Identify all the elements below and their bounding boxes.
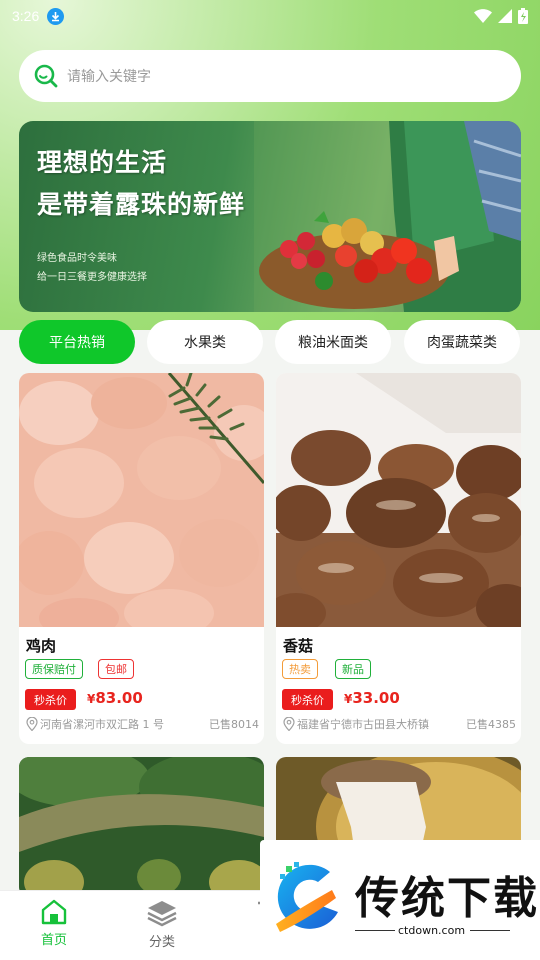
product-name: 鸡肉 bbox=[26, 637, 57, 655]
tag-warranty: 质保赔付 bbox=[25, 659, 83, 679]
category-tabs: 平台热销 水果类 粮油米面类 肉蛋蔬菜类 bbox=[19, 320, 521, 364]
nav-category-label: 分类 bbox=[148, 935, 175, 950]
ctdown-logo-icon bbox=[276, 862, 338, 932]
search-bar[interactable]: 请输入关键字 bbox=[19, 50, 521, 102]
watermark-text: 传统下载 bbox=[355, 873, 539, 924]
flash-sale-badge: 秒杀价 bbox=[25, 689, 76, 710]
tab-grain-oil[interactable]: 粮油米面类 bbox=[275, 320, 391, 364]
location-pin-icon bbox=[283, 717, 295, 731]
location-pin-icon bbox=[26, 717, 38, 731]
tab-meat-egg-veg[interactable]: 肉蛋蔬菜类 bbox=[404, 320, 520, 364]
product-location: 福建省宁德市古田县大桥镇 bbox=[297, 718, 429, 731]
watermark-url: ctdown.com bbox=[398, 924, 466, 937]
product-image bbox=[19, 757, 264, 897]
product-card[interactable] bbox=[19, 757, 264, 897]
download-icon bbox=[47, 7, 65, 25]
product-sold-count: 已售4385 bbox=[466, 718, 516, 731]
nav-category[interactable]: 分类 bbox=[127, 899, 197, 950]
flash-sale-badge: 秒杀价 bbox=[282, 689, 333, 710]
product-location-row: 河南省漯河市双汇路 1 号 已售8014 bbox=[26, 715, 259, 733]
product-image bbox=[19, 373, 264, 627]
tab-platform-hot[interactable]: 平台热销 bbox=[19, 320, 135, 364]
product-sold-count: 已售8014 bbox=[209, 718, 259, 731]
farmer-vegetables-image bbox=[254, 121, 521, 312]
wifi-icon bbox=[474, 9, 492, 23]
product-name: 香菇 bbox=[283, 637, 314, 655]
home-icon bbox=[41, 899, 67, 925]
banner-caption: 给一日三餐更多健康选择 bbox=[37, 272, 147, 283]
nav-home[interactable]: 首页 bbox=[19, 899, 89, 948]
banner-title: 理想的生活 bbox=[37, 148, 168, 177]
tab-fruit[interactable]: 水果类 bbox=[147, 320, 263, 364]
tag-hot-sale: 热卖 bbox=[282, 659, 318, 679]
divider bbox=[355, 930, 395, 931]
signal-icon bbox=[498, 9, 512, 23]
product-image bbox=[276, 373, 521, 627]
divider bbox=[470, 930, 510, 931]
product-location: 河南省漯河市双汇路 1 号 bbox=[40, 718, 164, 731]
promo-banner[interactable]: 理想的生活 是带着露珠的新鲜 绿色食品时令美味 给一日三餐更多健康选择 bbox=[19, 121, 521, 312]
tag-new: 新品 bbox=[335, 659, 371, 679]
status-time: 3:26 bbox=[12, 8, 40, 24]
product-price: ¥83.00 bbox=[87, 689, 143, 707]
status-bar: 3:26 bbox=[0, 0, 540, 32]
product-price: ¥33.00 bbox=[344, 689, 400, 707]
banner-subtitle: 是带着露珠的新鲜 bbox=[37, 190, 246, 219]
search-icon bbox=[34, 64, 58, 88]
product-card[interactable]: 鸡肉 质保赔付 包邮 秒杀价 ¥83.00 河南省漯河市双汇路 1 号 已售80… bbox=[19, 373, 264, 744]
nav-home-label: 首页 bbox=[40, 933, 67, 948]
tag-free-shipping: 包邮 bbox=[98, 659, 134, 679]
layers-icon bbox=[147, 901, 177, 927]
product-card[interactable]: 香菇 热卖 新品 秒杀价 ¥33.00 福建省宁德市古田县大桥镇 已售4385 bbox=[276, 373, 521, 744]
watermark-logo: 传统下载 ctdown.com bbox=[260, 840, 540, 960]
search-input[interactable]: 请输入关键字 bbox=[67, 66, 151, 86]
banner-caption: 绿色食品时令美味 bbox=[37, 253, 117, 264]
product-location-row: 福建省宁德市古田县大桥镇 已售4385 bbox=[283, 715, 516, 733]
battery-icon bbox=[518, 8, 528, 24]
